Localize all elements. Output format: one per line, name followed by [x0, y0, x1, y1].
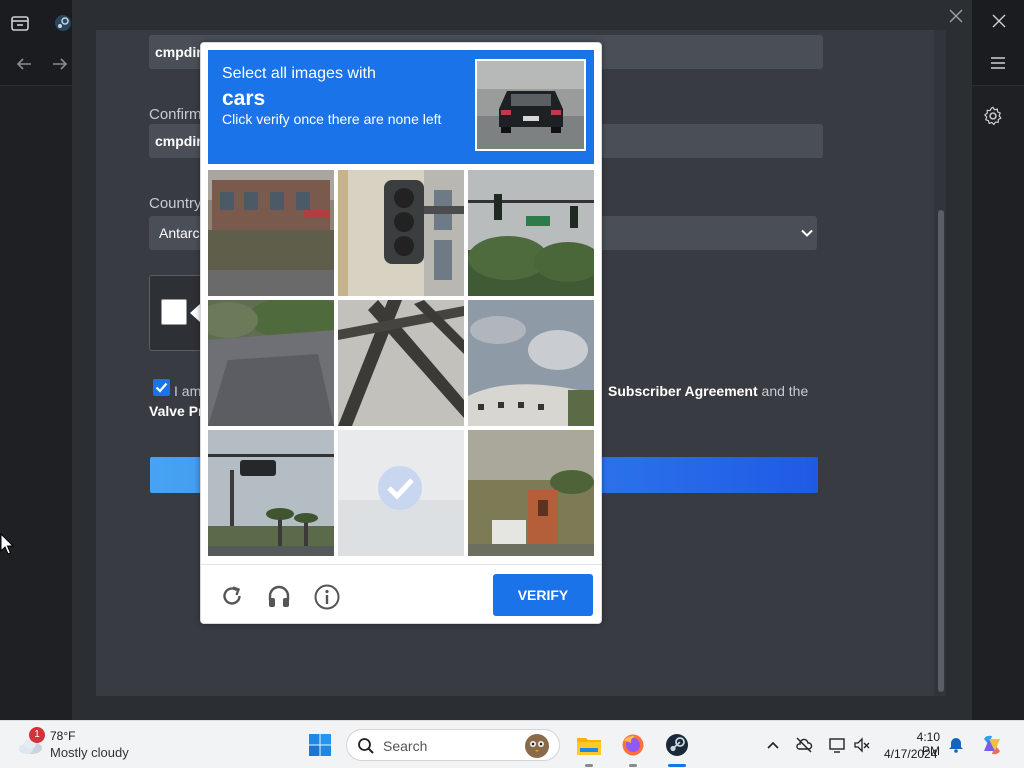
chevron-down-icon [801, 229, 813, 237]
verify-button[interactable]: VERIFY [493, 574, 593, 616]
agree-connector: and the [761, 383, 809, 399]
volume-muted-icon[interactable] [853, 736, 871, 754]
search-icon [358, 738, 374, 754]
image-tile-8-selected[interactable] [338, 430, 464, 556]
notification-bell-icon[interactable] [947, 736, 965, 754]
agree-text-right: Subscriber Agreement and the [608, 383, 808, 399]
gear-icon[interactable] [982, 105, 1004, 127]
browser-toolbar-left [0, 0, 72, 86]
weather-temp[interactable]: 78°F [50, 729, 75, 743]
steam-indicator [668, 764, 686, 767]
challenge-footer-divider [201, 564, 601, 565]
info-icon[interactable] [313, 583, 341, 611]
weather-badge: 1 [29, 727, 45, 743]
image-tile-9[interactable] [468, 430, 594, 556]
firefox-indicator [629, 764, 637, 767]
image-tile-2[interactable] [338, 170, 464, 296]
country-select-value: Antarc [159, 225, 200, 241]
file-explorer-icon[interactable] [576, 733, 602, 757]
refresh-icon[interactable] [219, 583, 245, 609]
chevron-up-icon[interactable] [764, 736, 782, 754]
headphones-icon[interactable] [266, 583, 292, 609]
mouse-cursor-icon [0, 533, 14, 555]
challenge-prompt: Select all images with cars Click verify… [208, 50, 594, 164]
display-icon[interactable] [828, 736, 846, 754]
agree-checkbox[interactable] [153, 379, 170, 396]
example-car-image [475, 59, 586, 151]
search-placeholder: Search [383, 738, 428, 754]
image-tile-1[interactable] [208, 170, 334, 296]
agree-text-line2: Valve Pr [149, 403, 204, 419]
prompt-instruction: Select all images with [222, 65, 376, 82]
confirm-email-label: Confirm [149, 106, 202, 123]
checkmark-icon [155, 382, 168, 393]
scrollbar-thumb[interactable] [938, 210, 944, 692]
hamburger-menu-icon[interactable] [989, 54, 1007, 72]
clock-date[interactable]: 4/17/2024 [884, 747, 937, 761]
privacy-policy-link[interactable]: Valve Pr [149, 403, 204, 419]
steam-tab-icon[interactable] [54, 14, 72, 32]
browser-toolbar-right [972, 0, 1024, 86]
captcha-challenge: Select all images with cars Click verify… [200, 42, 602, 624]
windows-taskbar: 1 78°F Mostly cloudy Search 4:10 PM 4/17… [0, 720, 1024, 768]
forward-arrow-icon[interactable] [50, 54, 70, 74]
search-highlight-icon [525, 734, 549, 758]
tab-list-icon[interactable] [9, 12, 31, 34]
image-tile-5[interactable] [338, 300, 464, 426]
confirm-email-value: cmpdir [155, 133, 202, 149]
onedrive-offline-icon[interactable] [795, 736, 813, 754]
image-tile-4[interactable] [208, 300, 334, 426]
challenge-pointer [190, 304, 200, 322]
firefox-icon[interactable] [620, 733, 646, 757]
back-arrow-icon[interactable] [14, 54, 34, 74]
copilot-icon[interactable] [980, 733, 1004, 757]
taskbar-search-box[interactable]: Search [346, 729, 560, 761]
window-close-icon[interactable] [990, 12, 1008, 30]
weather-condition[interactable]: Mostly cloudy [50, 745, 129, 760]
dialog-close-icon[interactable] [948, 8, 964, 24]
email-field-value: cmpdir [155, 44, 202, 60]
image-tile-7[interactable] [208, 430, 334, 556]
image-tile-6[interactable] [468, 300, 594, 426]
agree-prefix: I am [174, 383, 202, 399]
image-tile-3[interactable] [468, 170, 594, 296]
captcha-checkbox[interactable] [161, 299, 187, 325]
browser-left-panel [0, 86, 72, 720]
subscriber-agreement-link[interactable]: Subscriber Agreement [608, 383, 758, 399]
prompt-hint: Click verify once there are none left [222, 111, 442, 127]
steam-icon[interactable] [664, 733, 690, 757]
country-label: Country [149, 195, 202, 212]
prompt-target-word: cars [222, 87, 266, 110]
windows-start-icon[interactable] [308, 733, 332, 757]
file-explorer-indicator [585, 764, 593, 767]
